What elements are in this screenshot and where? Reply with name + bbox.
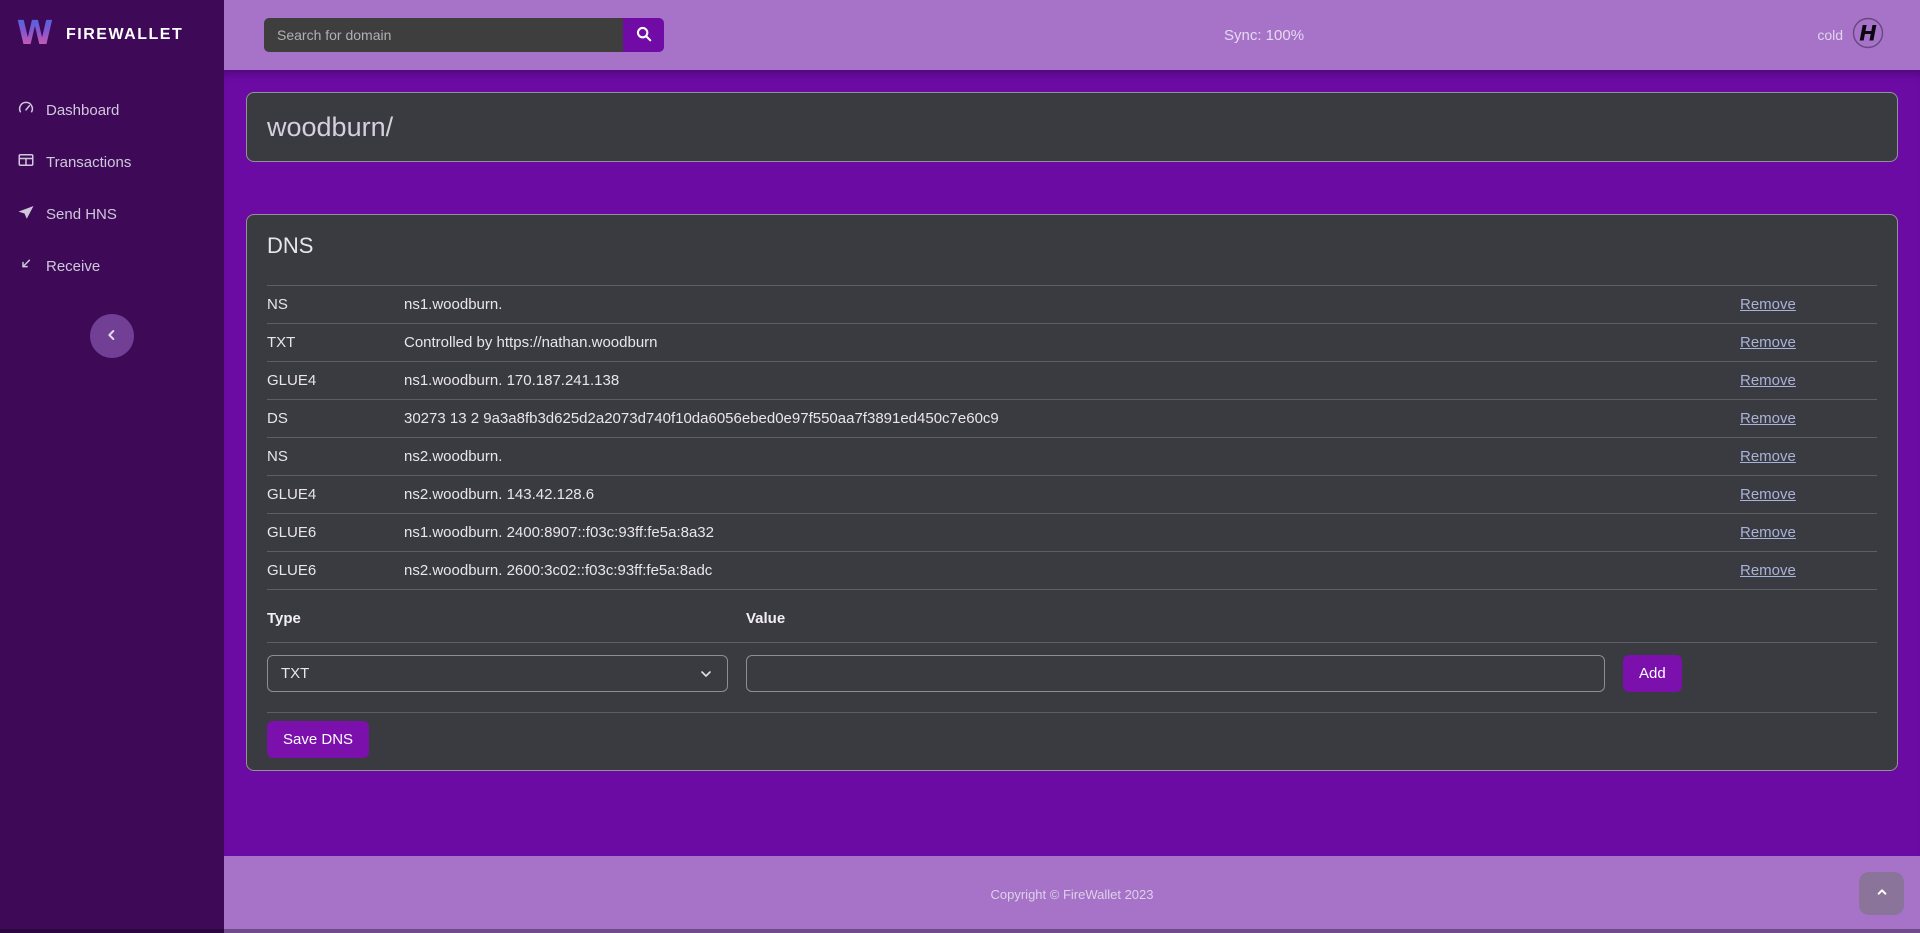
record-value: ns2.woodburn. 143.42.128.6 [404,476,1740,514]
sidebar-item-label: Dashboard [46,102,119,119]
remove-record-link[interactable]: Remove [1740,562,1796,579]
remove-record-link[interactable]: Remove [1740,486,1796,503]
main-content: woodburn/ DNS NSns1.woodburn.RemoveTXTCo… [224,70,1920,856]
magnifier-icon [635,25,653,46]
sidebar-collapse-button[interactable] [90,314,134,358]
scroll-top-button[interactable] [1859,872,1904,915]
record-type: NS [267,438,404,476]
value-column-header: Value [746,610,1605,627]
wallet-group: cold H [1817,17,1884,54]
gauge-icon [17,99,35,121]
type-column-header: Type [267,610,728,627]
sidebar-item-label: Send HNS [46,206,117,223]
chevron-left-icon [104,327,120,346]
record-value: ns2.woodburn. [404,438,1740,476]
dns-record-row: NSns1.woodburn.Remove [267,286,1877,324]
dns-record-row: NSns2.woodburn.Remove [267,438,1877,476]
firewallet-logo-icon: W [16,15,54,56]
record-value: ns1.woodburn. [404,286,1740,324]
remove-record-link[interactable]: Remove [1740,524,1796,541]
record-type: GLUE6 [267,552,404,590]
remove-record-link[interactable]: Remove [1740,448,1796,465]
copyright-text: Copyright © FireWallet 2023 [991,887,1154,902]
remove-record-link[interactable]: Remove [1740,410,1796,427]
dns-record-row: GLUE6ns2.woodburn. 2600:3c02::f03c:93ff:… [267,552,1877,590]
record-value-input[interactable] [746,655,1605,692]
save-dns-button[interactable]: Save DNS [267,721,369,758]
sidebar-item-dashboard[interactable]: Dashboard [0,84,224,136]
dns-card: DNS NSns1.woodburn.RemoveTXTControlled b… [246,214,1898,771]
topbar: Sync: 100% cold H [224,0,1920,70]
sidebar-nav: Dashboard Transactions Send HNS [0,70,224,292]
record-type: DS [267,400,404,438]
search-button[interactable] [623,18,664,52]
footer: Copyright © FireWallet 2023 [224,856,1920,933]
record-type-select[interactable]: TXT [267,655,728,692]
domain-card: woodburn/ [246,92,1898,162]
dns-section-title: DNS [267,233,1877,259]
table-icon [17,151,35,173]
arrow-down-left-icon [17,255,35,277]
domain-search-group [264,18,664,52]
brand-name: FIREWALLET [66,26,183,44]
record-type: GLUE4 [267,476,404,514]
dns-form-headers: Type Value [267,590,1877,643]
wallet-name: cold [1817,27,1843,43]
svg-text:H: H [1859,21,1877,45]
sync-status: Sync: 100% [1224,27,1304,44]
record-value: ns1.woodburn. 170.187.241.138 [404,362,1740,400]
dns-record-row: GLUE6ns1.woodburn. 2400:8907::f03c:93ff:… [267,514,1877,552]
dns-record-row: GLUE4ns1.woodburn. 170.187.241.138Remove [267,362,1877,400]
record-type: TXT [267,324,404,362]
record-value: ns1.woodburn. 2400:8907::f03c:93ff:fe5a:… [404,514,1740,552]
sidebar-item-label: Transactions [46,154,131,171]
brand: W FIREWALLET [0,0,224,70]
record-value: Controlled by https://nathan.woodburn [404,324,1740,362]
record-value: ns2.woodburn. 2600:3c02::f03c:93ff:fe5a:… [404,552,1740,590]
dns-add-record-row: TXT Add [267,643,1877,713]
sidebar-item-label: Receive [46,258,100,275]
domain-title: woodburn/ [267,112,393,143]
sidebar-item-transactions[interactable]: Transactions [0,136,224,188]
svg-text:W: W [17,15,53,51]
sidebar: W FIREWALLET Dashboard Tr [0,0,224,933]
app-root: W FIREWALLET Dashboard Tr [0,0,1920,933]
add-record-button[interactable]: Add [1623,655,1682,692]
remove-record-link[interactable]: Remove [1740,334,1796,351]
dns-record-row: TXTControlled by https://nathan.woodburn… [267,324,1877,362]
sidebar-item-receive[interactable]: Receive [0,240,224,292]
handshake-hns-icon[interactable]: H [1852,17,1884,54]
dns-records-table: NSns1.woodburn.RemoveTXTControlled by ht… [267,285,1877,590]
dns-record-row: GLUE4ns2.woodburn. 143.42.128.6Remove [267,476,1877,514]
sidebar-item-send-hns[interactable]: Send HNS [0,188,224,240]
paper-plane-icon [17,203,35,225]
dns-records: NSns1.woodburn.RemoveTXTControlled by ht… [267,286,1877,590]
chevron-down-icon [698,666,714,682]
record-type-selected-value: TXT [281,665,309,682]
chevron-up-icon [1874,884,1890,903]
remove-record-link[interactable]: Remove [1740,296,1796,313]
search-input[interactable] [264,18,623,52]
remove-record-link[interactable]: Remove [1740,372,1796,389]
record-type: GLUE6 [267,514,404,552]
dns-record-row: DS30273 13 2 9a3a8fb3d625d2a2073d740f10d… [267,400,1877,438]
record-value: 30273 13 2 9a3a8fb3d625d2a2073d740f10da6… [404,400,1740,438]
main-column: Sync: 100% cold H woodburn/ DNS NSns1.wo… [224,0,1920,933]
record-type: GLUE4 [267,362,404,400]
record-type: NS [267,286,404,324]
